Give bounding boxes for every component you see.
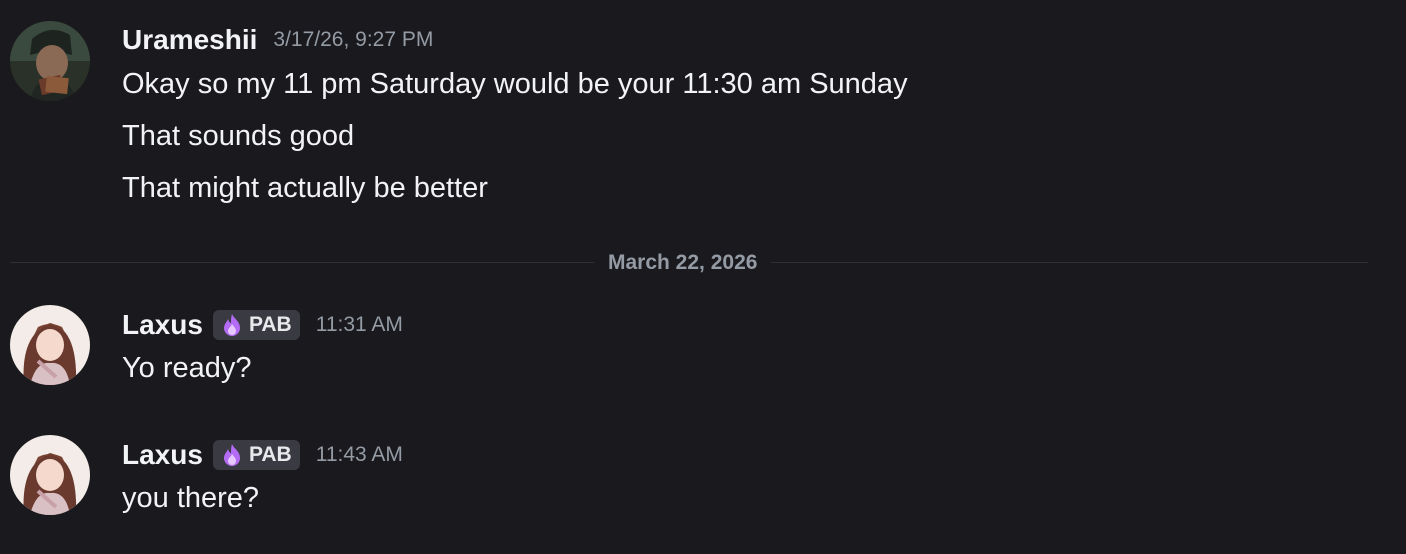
date-divider-label: March 22, 2026 <box>594 249 772 277</box>
message-timestamp[interactable]: 11:31 AM <box>316 313 403 337</box>
message-timestamp[interactable]: 3/17/26, 9:27 PM <box>273 28 433 52</box>
username[interactable]: Laxus <box>122 309 203 341</box>
guild-tag[interactable]: PAB <box>212 440 300 470</box>
guild-tag-label: PAB <box>248 313 292 336</box>
message-timestamp[interactable]: 11:43 AM <box>316 443 403 467</box>
message-text: Yo ready? <box>122 352 252 384</box>
message-text: That might actually be better <box>122 172 488 204</box>
message-header: Laxus PAB 11:31 AM <box>122 309 403 341</box>
avatar[interactable] <box>10 305 90 385</box>
avatar[interactable] <box>10 21 90 101</box>
avatar[interactable] <box>10 435 90 515</box>
purple-flame-icon <box>223 314 240 336</box>
message-text: Okay so my 11 pm Saturday would be your … <box>122 68 908 100</box>
message-header: Laxus PAB 11:43 AM <box>122 439 403 471</box>
chat-log: Urameshii 3/17/26, 9:27 PM Okay so my 11… <box>0 0 1406 554</box>
username[interactable]: Laxus <box>122 439 203 471</box>
message-text: you there? <box>122 482 260 514</box>
purple-flame-icon <box>223 444 240 466</box>
message-header: Urameshii 3/17/26, 9:27 PM <box>122 24 433 56</box>
message-text: That sounds good <box>122 120 355 152</box>
guild-tag[interactable]: PAB <box>212 310 300 340</box>
username[interactable]: Urameshii <box>122 24 257 56</box>
guild-tag-label: PAB <box>248 443 292 466</box>
